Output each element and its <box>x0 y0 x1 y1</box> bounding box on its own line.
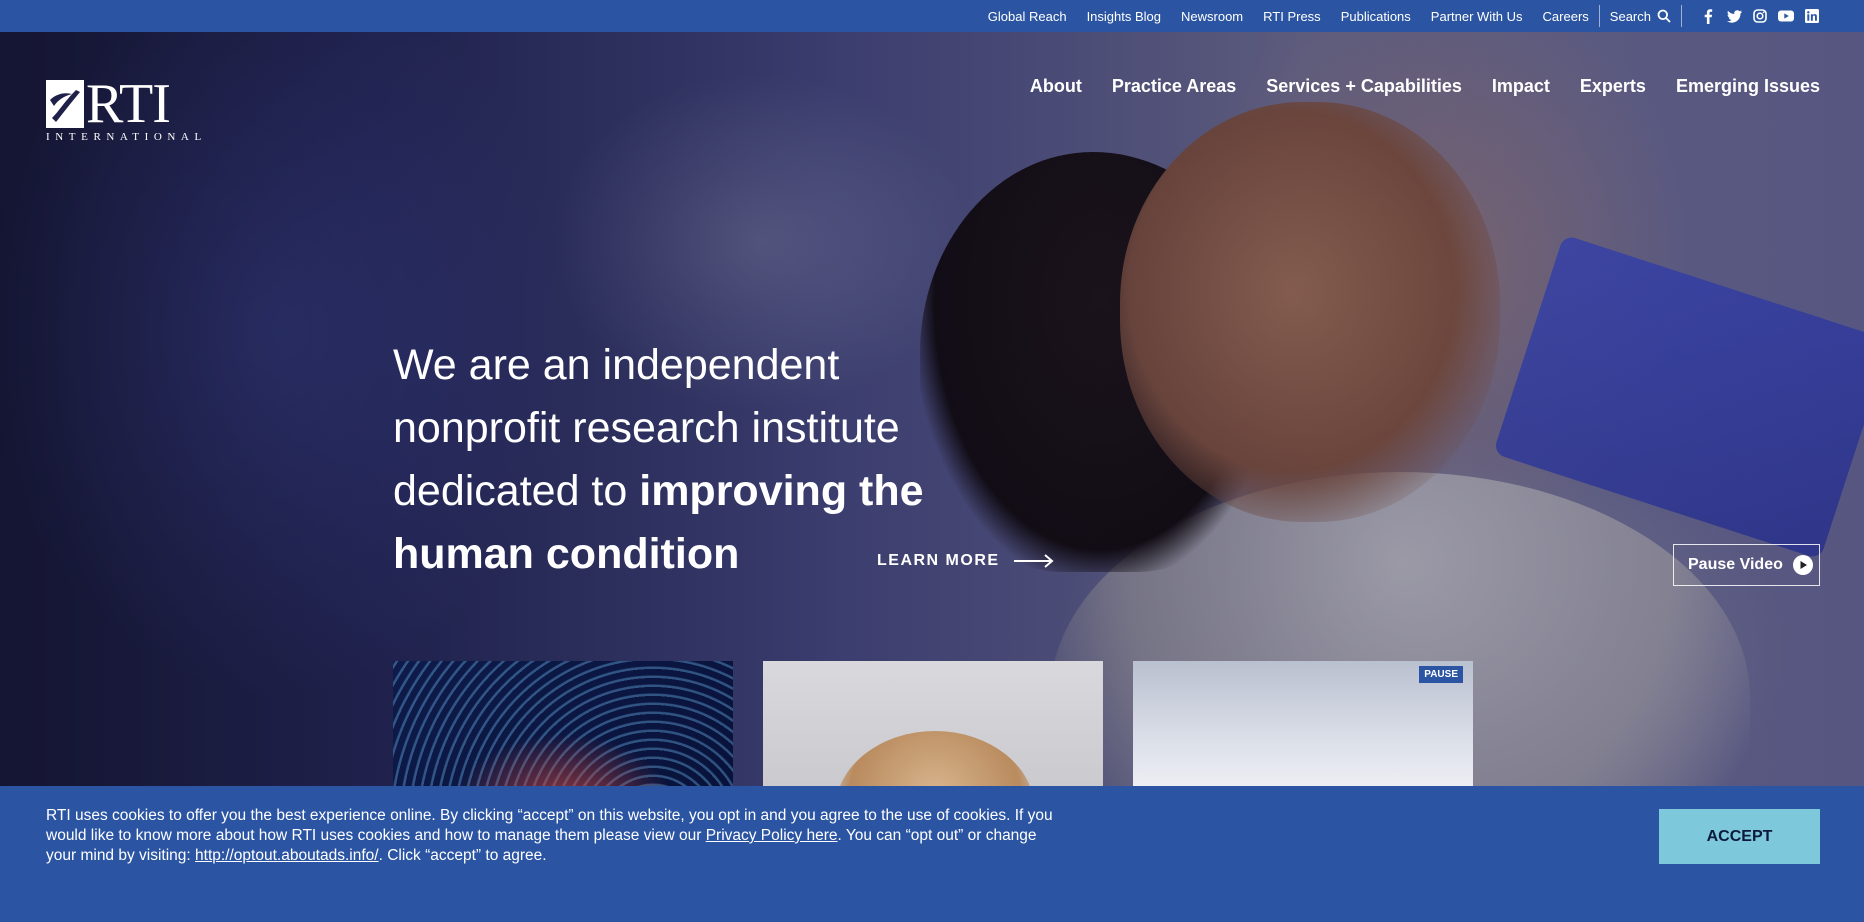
privacy-policy-link[interactable]: Privacy Policy here <box>706 827 838 844</box>
pause-button[interactable]: PAUSE <box>1419 666 1463 683</box>
social-links <box>1690 8 1820 24</box>
utility-link-newsroom[interactable]: Newsroom <box>1181 9 1243 24</box>
utility-link-global-reach[interactable]: Global Reach <box>988 9 1067 24</box>
arrow-right-icon <box>1013 554 1054 568</box>
learn-more-link[interactable]: LEARN MORE <box>877 552 1054 570</box>
divider <box>1598 5 1600 27</box>
utility-link-publications[interactable]: Publications <box>1341 9 1411 24</box>
logo-subtitle: INTERNATIONAL <box>46 131 207 143</box>
utility-link-partner-with-us[interactable]: Partner With Us <box>1431 9 1523 24</box>
accept-cookies-button[interactable]: ACCEPT <box>1659 809 1820 864</box>
instagram-icon[interactable] <box>1752 8 1768 24</box>
youtube-icon[interactable] <box>1778 8 1794 24</box>
pause-video-button[interactable]: Pause Video <box>1673 544 1820 586</box>
logo-lockup: RTI <box>46 73 210 135</box>
nav-item-experts[interactable]: Experts <box>1580 76 1646 97</box>
feature-card-image[interactable]: PAUSE <box>1133 661 1473 801</box>
feature-card-image[interactable] <box>763 661 1103 801</box>
nav-item-about[interactable]: About <box>1030 76 1082 97</box>
search-button[interactable]: Search <box>1610 9 1671 24</box>
learn-more-label: LEARN MORE <box>877 552 1000 569</box>
rti-logo[interactable]: RTI INTERNATIONAL <box>46 73 210 146</box>
feature-card-image[interactable] <box>393 661 733 801</box>
play-circle-icon <box>1792 555 1813 575</box>
main-navigation: About Practice Areas Services + Capabili… <box>1000 76 1820 97</box>
logo-wordmark: RTI <box>86 73 171 135</box>
utility-link-rti-press[interactable]: RTI Press <box>1263 9 1321 24</box>
optout-link[interactable]: http://optout.aboutads.info/ <box>195 847 379 864</box>
utility-links: Global Reach Insights Blog Newsroom RTI … <box>968 9 1589 24</box>
hero-headline: We are an independent nonprofit research… <box>393 334 1013 586</box>
pause-video-label: Pause Video <box>1688 556 1783 573</box>
nav-item-practice-areas[interactable]: Practice Areas <box>1112 76 1236 97</box>
utility-link-insights-blog[interactable]: Insights Blog <box>1087 9 1161 24</box>
linkedin-icon[interactable] <box>1804 8 1820 24</box>
twitter-icon[interactable] <box>1726 8 1742 24</box>
divider <box>1681 5 1682 27</box>
cookie-message: RTI uses cookies to offer you the best e… <box>46 806 1066 866</box>
nav-item-impact[interactable]: Impact <box>1492 76 1550 97</box>
utility-link-careers[interactable]: Careers <box>1543 9 1589 24</box>
cookie-text-part: . Click “accept” to agree. <box>378 847 547 864</box>
search-icon <box>1657 9 1671 23</box>
nav-item-services-capabilities[interactable]: Services + Capabilities <box>1266 76 1462 97</box>
cookie-banner: RTI uses cookies to offer you the best e… <box>0 786 1864 922</box>
nav-item-emerging-issues[interactable]: Emerging Issues <box>1676 76 1820 97</box>
facebook-icon[interactable] <box>1700 8 1716 24</box>
search-label: Search <box>1609 8 1651 24</box>
rti-emblem-icon <box>46 80 84 128</box>
utility-bar: Global Reach Insights Blog Newsroom RTI … <box>0 0 1864 32</box>
